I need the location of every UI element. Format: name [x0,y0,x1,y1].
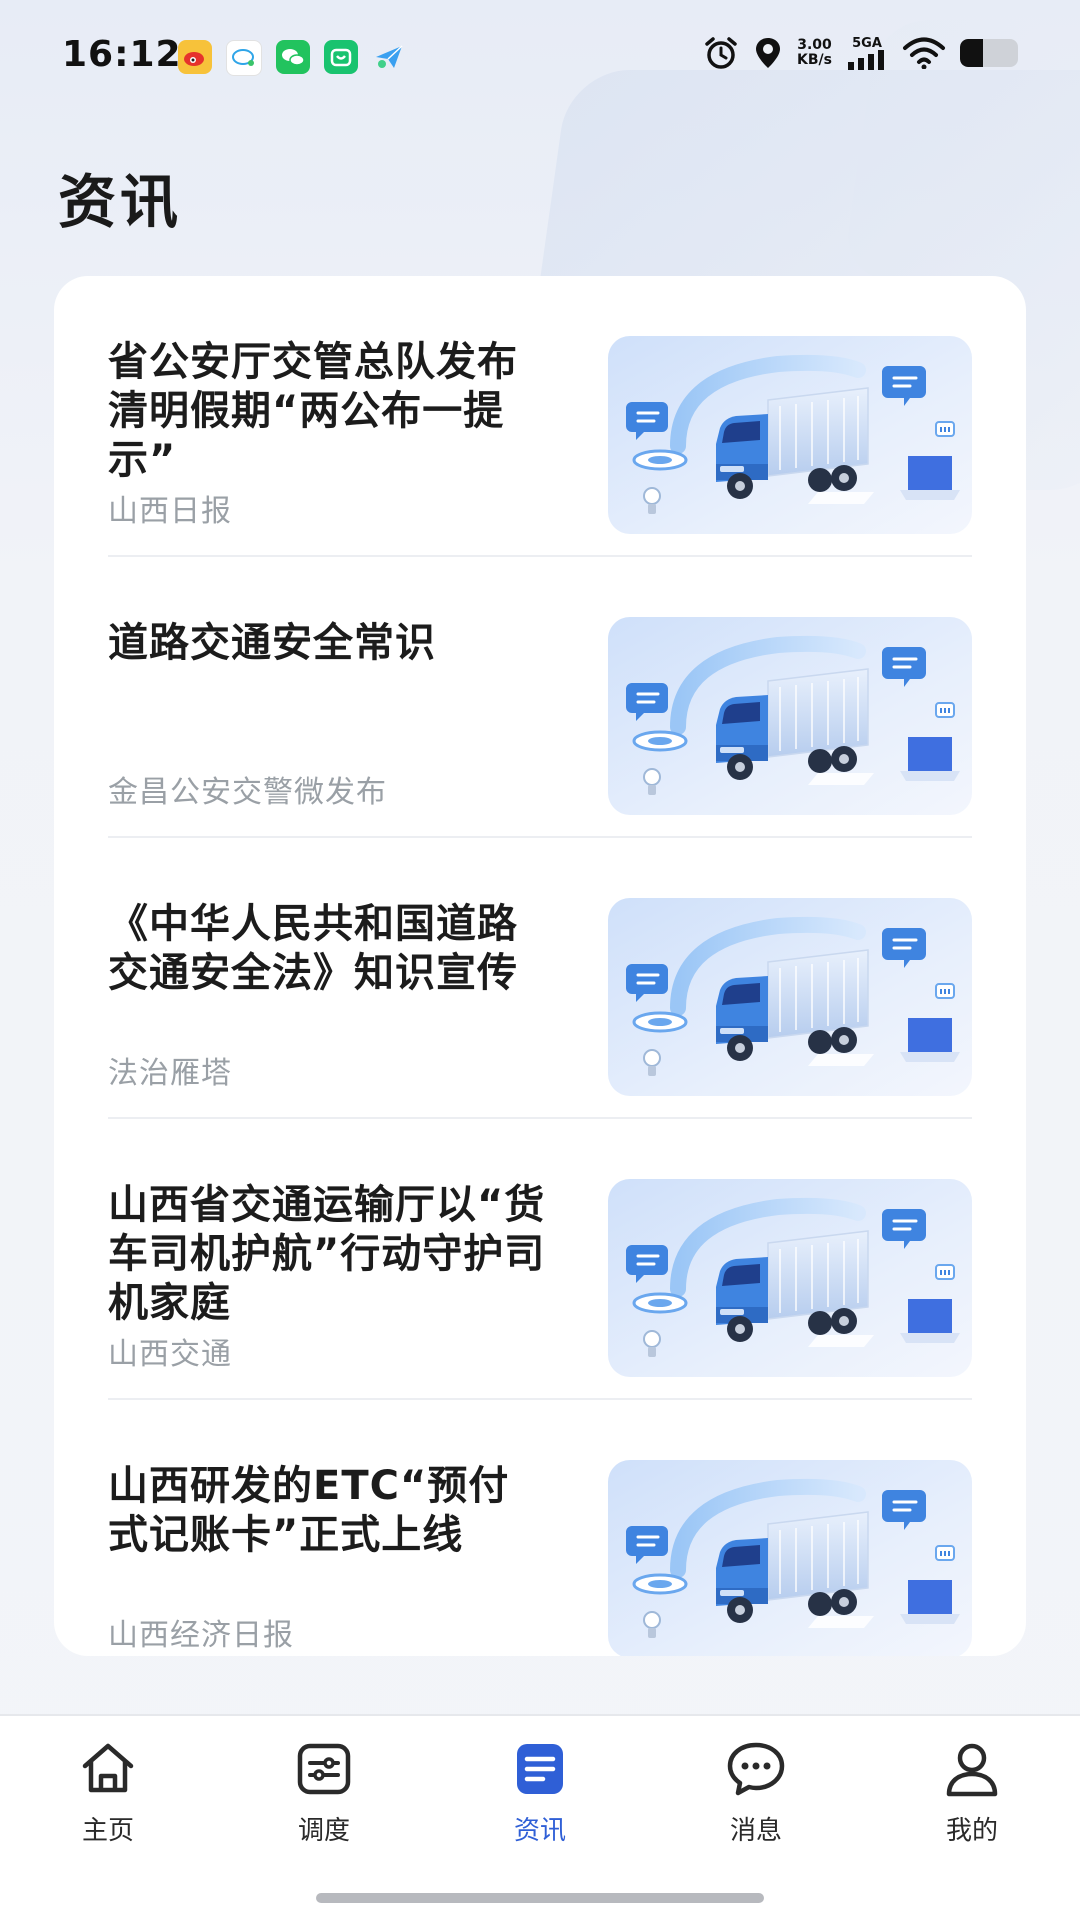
bubble-icon [226,40,262,76]
status-bar: 16:12 3.00 KB/s 5GA [0,0,1080,110]
nav-label: 主页 [81,1816,134,1846]
news-thumbnail[interactable] [608,1460,972,1656]
news-screen: 16:12 3.00 KB/s 5GA 资讯 省公安厅交管总队发布清明假期“两公… [0,0,1080,1920]
nav-item-news[interactable]: 资讯 [470,1738,610,1858]
news-title[interactable]: 山西省交通运输厅以“货车司机护航”行动守护司机家庭 [108,1181,548,1328]
truck-illustration [608,1179,972,1377]
news-title[interactable]: 道路交通安全常识 [108,619,548,668]
news-thumbnail[interactable] [608,1179,972,1377]
truck-illustration [608,617,972,815]
page-title: 资讯 [58,168,183,236]
news-thumbnail[interactable] [608,898,972,1096]
shopping-icon [324,40,358,74]
home-indicator[interactable] [316,1893,764,1903]
battery-fill [960,39,984,67]
news-icon [517,1744,563,1794]
location-icon [756,38,781,68]
weibo-icon [178,40,212,74]
news-title[interactable]: 山西研发的ETC“预付式记账卡”正式上线 [108,1462,548,1560]
news-list[interactable]: 省公安厅交管总队发布清明假期“两公布一提示” 山西日报 道路交通安全常识 金昌公… [54,276,1026,1656]
bottom-nav: 主页 调度 资讯 消息 我的 [0,1714,1080,1920]
nav-item-dispatch[interactable]: 调度 [254,1738,394,1858]
message-icon [727,1742,785,1796]
net-speed-value: 3.00 [797,37,832,53]
net-speed: 3.00 KB/s [797,38,832,68]
home-icon [82,1743,134,1793]
signal-label: 5GA [852,35,882,51]
truck-illustration [608,1460,972,1656]
nav-item-messages[interactable]: 消息 [686,1738,826,1858]
news-title[interactable]: 省公安厅交管总队发布清明假期“两公布一提示” [108,338,548,485]
nav-item-home[interactable]: 主页 [38,1738,178,1858]
wechat-icon [276,40,310,74]
news-title[interactable]: 《中华人民共和国道路交通安全法》知识宣传 [108,900,548,998]
alarm-icon [705,37,737,69]
truck-illustration [608,898,972,1096]
status-right-icons: 3.00 KB/s 5GA [703,36,1018,70]
news-thumbnail[interactable] [608,617,972,815]
status-time: 16:12 [62,34,182,75]
battery-icon [960,39,1018,67]
news-item[interactable]: 山西省交通运输厅以“货车司机护航”行动守护司机家庭 山西交通 [108,1119,972,1400]
notification-icons [178,40,406,76]
dispatch-icon [297,1743,351,1795]
news-source: 山西交通 [108,1337,232,1372]
news-source: 山西日报 [108,494,232,529]
net-speed-unit: KB/s [797,52,832,68]
news-item[interactable]: 山西研发的ETC“预付式记账卡”正式上线 山西经济日报 [108,1400,972,1656]
news-source: 金昌公安交警微发布 [108,775,387,810]
signal-indicator: 5GA [846,37,888,70]
news-item[interactable]: 《中华人民共和国道路交通安全法》知识宣传 法治雁塔 [108,838,972,1119]
nav-label: 调度 [297,1816,350,1846]
profile-icon [946,1743,998,1797]
wifi-icon [903,37,945,69]
truck-illustration [608,336,972,534]
news-source: 法治雁塔 [108,1056,232,1091]
nav-item-profile[interactable]: 我的 [902,1738,1042,1858]
nav-label: 我的 [945,1816,998,1846]
news-item[interactable]: 省公安厅交管总队发布清明假期“两公布一提示” 山西日报 [108,276,972,557]
news-source: 山西经济日报 [108,1618,294,1653]
news-thumbnail[interactable] [608,336,972,534]
nav-label: 资讯 [513,1816,566,1846]
send-icon [372,40,406,74]
signal-icon [848,49,884,70]
news-item[interactable]: 道路交通安全常识 金昌公安交警微发布 [108,557,972,838]
nav-label: 消息 [729,1816,782,1846]
